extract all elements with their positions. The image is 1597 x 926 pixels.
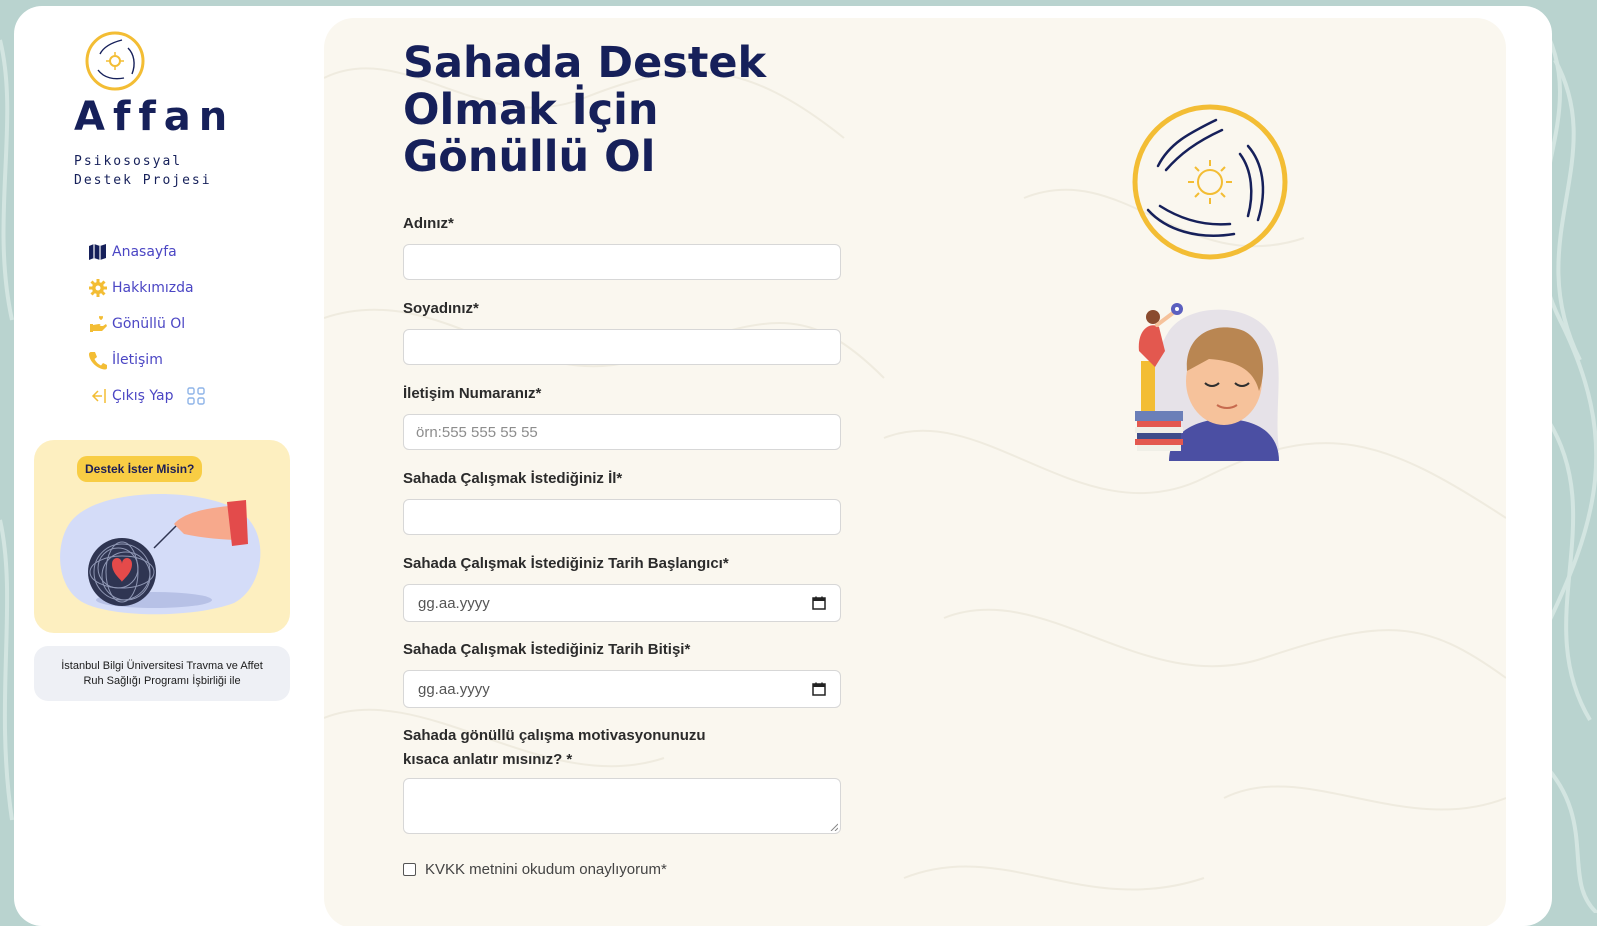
support-card[interactable]: Destek İster Misin? [34, 440, 290, 633]
brand-subtitle: Psikososyal Destek Projesi [74, 152, 274, 190]
support-badge[interactable]: Destek İster Misin? [77, 456, 203, 482]
resize-grip-icon[interactable] [830, 823, 838, 831]
hands-sun-emblem [1132, 104, 1288, 260]
main-panel: Sahada Destek Olmak İçin Gönüllü Ol Adın… [324, 18, 1506, 926]
page-title-line3: Gönüllü Ol [403, 132, 656, 182]
page-title-line2: Olmak İçin [403, 85, 659, 135]
calendar-icon[interactable] [812, 682, 826, 696]
brand-subtitle-line2: Destek Projesi [74, 173, 212, 188]
kvkk-checkbox[interactable] [403, 863, 416, 876]
start-date-value: gg.aa.yyyy [418, 594, 490, 612]
tangled-heart-illustration [60, 494, 261, 615]
credit-text: İstanbul Bilgi Üniversitesi Travma ve Af… [61, 659, 263, 687]
nav-item-cikis-yap[interactable]: Çıkış Yap [88, 378, 210, 414]
grid-icon[interactable] [186, 386, 206, 406]
hand-heart-icon [90, 315, 107, 332]
phone-icon [89, 352, 107, 370]
kvkk-consent[interactable]: KVKK metnini okudum onaylıyorum* [403, 861, 667, 878]
brand-name: Affan [74, 94, 236, 140]
page-title: Sahada Destek Olmak İçin Gönüllü Ol [403, 40, 823, 181]
nav-label-iletisim: İletişim [112, 352, 163, 368]
last-name-input[interactable] [403, 329, 841, 365]
nav-item-hakkimizda[interactable]: Hakkımızda [88, 270, 210, 306]
motivation-label-line1: Sahada gönüllü çalışma motivasyonunuzu [403, 727, 706, 744]
sidebar-nav: Anasayfa Hakkımızda Gönüllü Ol İletişim … [88, 234, 210, 414]
end-date-input[interactable]: gg.aa.yyyy [403, 670, 841, 708]
city-input[interactable] [403, 499, 841, 535]
brand-logo[interactable]: Affan Psikososyal Destek Projesi [70, 28, 290, 198]
nav-label-anasayfa: Anasayfa [112, 244, 177, 260]
first-name-label: Adınız* [403, 215, 454, 232]
app-frame: Affan Psikososyal Destek Projesi Anasayf… [14, 6, 1552, 926]
brand-subtitle-line1: Psikososyal [74, 154, 183, 169]
nav-label-cikis-yap: Çıkış Yap [112, 388, 174, 404]
phone-label: İletişim Numaranız* [403, 385, 542, 402]
phone-input[interactable] [403, 414, 841, 450]
motivation-label: Sahada gönüllü çalışma motivasyonunuzu k… [403, 724, 783, 772]
city-label: Sahada Çalışmak İstediğiniz İl* [403, 470, 623, 487]
gear-icon [89, 279, 107, 297]
end-date-value: gg.aa.yyyy [418, 680, 490, 698]
nav-item-gonullu-ol[interactable]: Gönüllü Ol [88, 306, 210, 342]
affan-emblem-icon [85, 31, 145, 91]
motivation-textarea[interactable] [403, 778, 841, 834]
person-illustration [1135, 303, 1279, 461]
page-title-line1: Sahada Destek [403, 38, 767, 88]
start-date-label: Sahada Çalışmak İstediğiniz Tarih Başlan… [403, 555, 729, 572]
map-icon [89, 244, 106, 260]
kvkk-label: KVKK metnini okudum onaylıyorum* [425, 861, 667, 878]
nav-label-hakkimizda: Hakkımızda [112, 280, 194, 296]
first-name-input[interactable] [403, 244, 841, 280]
logout-icon [91, 389, 106, 403]
nav-item-anasayfa[interactable]: Anasayfa [88, 234, 210, 270]
start-date-input[interactable]: gg.aa.yyyy [403, 584, 841, 622]
calendar-icon[interactable] [812, 596, 826, 610]
motivation-label-line2: kısaca anlatır mısınız? * [403, 751, 573, 768]
nav-label-gonullu-ol: Gönüllü Ol [112, 316, 186, 332]
credit-note: İstanbul Bilgi Üniversitesi Travma ve Af… [34, 646, 290, 701]
nav-item-iletisim[interactable]: İletişim [88, 342, 210, 378]
end-date-label: Sahada Çalışmak İstediğiniz Tarih Bitişi… [403, 641, 691, 658]
last-name-label: Soyadınız* [403, 300, 479, 317]
